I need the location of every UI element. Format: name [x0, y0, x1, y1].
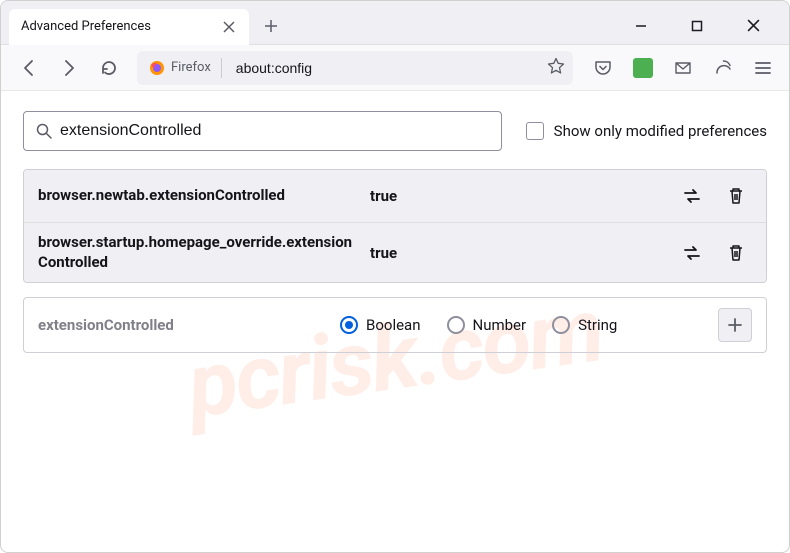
search-icon — [36, 123, 52, 139]
minimize-button[interactable] — [625, 10, 657, 42]
pref-name: browser.startup.homepage_override.extens… — [38, 233, 358, 272]
maximize-button[interactable] — [681, 10, 713, 42]
inbox-icon[interactable] — [669, 54, 697, 82]
show-modified-label: Show only modified preferences — [554, 122, 767, 140]
page-content: pcrisk.com Show only modified preference… — [1, 91, 789, 552]
back-button[interactable] — [13, 52, 45, 84]
titlebar: Advanced Preferences — [1, 1, 789, 45]
config-search-field[interactable] — [23, 111, 502, 151]
show-modified-checkbox[interactable]: Show only modified preferences — [526, 122, 767, 140]
bookmark-star-icon[interactable] — [547, 57, 565, 79]
config-search-input[interactable] — [60, 122, 489, 140]
close-window-button[interactable] — [737, 10, 769, 42]
table-row[interactable]: browser.newtab.extensionControlled true — [24, 170, 766, 223]
radio-boolean[interactable]: Boolean — [340, 316, 421, 334]
window-controls — [625, 10, 781, 42]
radio-circle — [340, 316, 358, 334]
tab-title: Advanced Preferences — [21, 19, 213, 34]
extension-icon[interactable] — [629, 54, 657, 82]
checkbox-box — [526, 122, 544, 140]
radio-circle — [447, 316, 465, 334]
delete-button[interactable] — [720, 237, 752, 269]
browser-window: Advanced Preferences — [0, 0, 790, 553]
delete-button[interactable] — [720, 180, 752, 212]
new-pref-name: extensionControlled — [38, 316, 328, 334]
cloud-icon[interactable] — [709, 54, 737, 82]
toolbar-icons — [585, 54, 777, 82]
menu-icon[interactable] — [749, 54, 777, 82]
close-tab-icon[interactable] — [221, 19, 237, 35]
pocket-icon[interactable] — [589, 54, 617, 82]
radio-label: String — [578, 316, 617, 334]
pref-value: true — [370, 244, 664, 262]
radio-label: Boolean — [366, 316, 421, 334]
pref-name: browser.newtab.extensionControlled — [38, 186, 358, 206]
radio-string[interactable]: String — [552, 316, 617, 334]
config-search-row: Show only modified preferences — [23, 111, 767, 151]
navigation-toolbar: Firefox — [1, 45, 789, 91]
table-row[interactable]: browser.startup.homepage_override.extens… — [24, 223, 766, 282]
url-input[interactable] — [228, 60, 541, 76]
pref-value: true — [370, 187, 664, 205]
new-pref-row: extensionControlled Boolean Number Strin… — [23, 297, 767, 353]
firefox-logo-icon — [149, 60, 165, 76]
radio-circle — [552, 316, 570, 334]
radio-label: Number — [473, 316, 527, 334]
site-identity[interactable]: Firefox — [145, 58, 222, 78]
new-tab-button[interactable] — [255, 10, 287, 42]
add-pref-button[interactable] — [718, 308, 752, 342]
identity-label: Firefox — [171, 60, 211, 75]
reload-button[interactable] — [93, 52, 125, 84]
url-bar[interactable]: Firefox — [137, 51, 573, 85]
toggle-button[interactable] — [676, 237, 708, 269]
browser-tab[interactable]: Advanced Preferences — [9, 9, 249, 45]
toggle-button[interactable] — [676, 180, 708, 212]
radio-number[interactable]: Number — [447, 316, 527, 334]
results-table: browser.newtab.extensionControlled true … — [23, 169, 767, 283]
type-radio-group: Boolean Number String — [340, 316, 706, 334]
forward-button[interactable] — [53, 52, 85, 84]
